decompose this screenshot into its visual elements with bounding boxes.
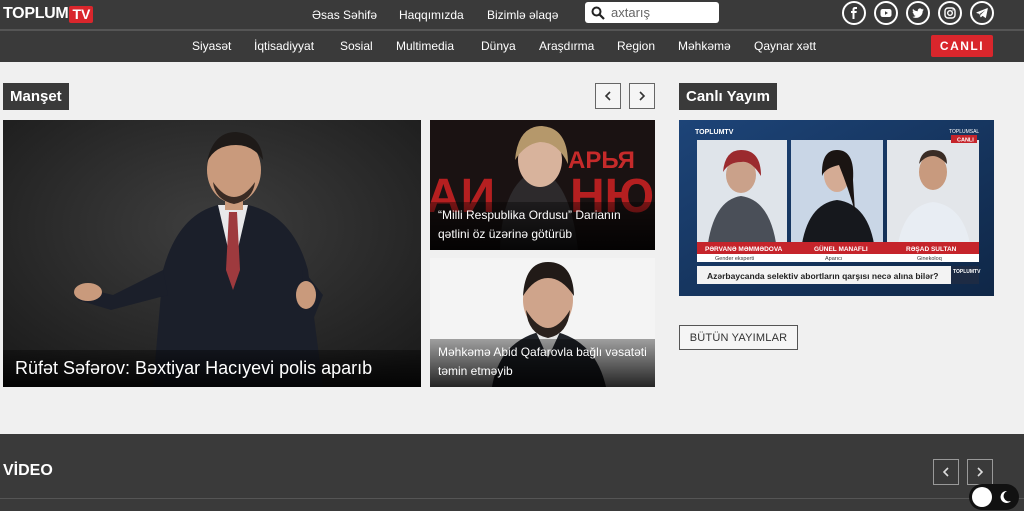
chevron-right-icon	[639, 91, 646, 101]
side-story-headline-1[interactable]: “Milli Respublika Ordusu” Darianın qətli…	[430, 202, 655, 250]
nav-contact[interactable]: Bizimlə əlaqə	[487, 0, 558, 29]
dark-mode-toggle[interactable]	[969, 484, 1019, 510]
youtube-icon[interactable]	[874, 1, 898, 25]
category-siyaset[interactable]: Siyasət	[192, 31, 231, 62]
moon-icon	[1000, 490, 1011, 503]
ticker-logo: TOPLUMTV	[953, 269, 981, 275]
category-arasdirma[interactable]: Araşdırma	[539, 31, 594, 62]
video-next-button[interactable]	[967, 459, 993, 485]
nav-about-link[interactable]: Haqqımızda	[399, 8, 464, 22]
all-broadcasts-button[interactable]: BÜTÜN YAYIMLAR	[679, 325, 798, 350]
category-region[interactable]: Region	[617, 31, 655, 62]
video-section: VİDEO	[0, 434, 1024, 511]
live-title: Canlı Yayım	[679, 83, 777, 110]
main-story-card[interactable]: Rüfət Səfərov: Bəxtiyar Hacıyevi polis a…	[3, 120, 421, 387]
guest-name-3: RƏŞAD SULTAN	[906, 246, 957, 253]
live-corner-badge: TOPLUMSAL	[949, 129, 979, 135]
live-stream-player[interactable]: PƏRVANƏ MƏMMƏDOVA GÜNEL MANAFLI RƏŞAD SU…	[679, 120, 994, 296]
search-input[interactable]	[611, 5, 711, 20]
live-corner-canli: CANLI	[957, 138, 974, 144]
guest-role-1: Gender eksperti	[715, 256, 754, 262]
category-multimedia[interactable]: Multimedia	[396, 31, 454, 62]
nav-home-link[interactable]: Əsas Səhifə	[312, 8, 377, 22]
main-story-image	[3, 120, 421, 387]
search-box[interactable]	[585, 2, 719, 23]
manset-title: Manşet	[3, 83, 69, 110]
manset-next-button[interactable]	[629, 83, 655, 109]
site-logo[interactable]: TOPLUM TV	[3, 4, 94, 24]
category-bar: Siyasət İqtisadiyyat Sosial Multimedia D…	[0, 29, 1024, 62]
toggle-knob	[972, 487, 992, 507]
video-divider	[0, 498, 1024, 499]
side-story-headline-2[interactable]: Məhkəmə Abid Qafarovla bağlı vəsatəti tə…	[430, 339, 655, 387]
chevron-right-icon	[977, 467, 984, 477]
manset-prev-button[interactable]	[595, 83, 621, 109]
facebook-icon[interactable]	[842, 1, 866, 25]
instagram-icon[interactable]	[938, 1, 962, 25]
chevron-left-icon	[604, 91, 611, 101]
nav-about[interactable]: Haqqımızda	[399, 0, 464, 29]
category-mehkeme[interactable]: Məhkəmə	[678, 31, 731, 62]
main-story-headline[interactable]: Rüfət Səfərov: Bəxtiyar Hacıyevi polis a…	[3, 350, 421, 387]
live-stream-frame: PƏRVANƏ MƏMMƏDOVA GÜNEL MANAFLI RƏŞAD SU…	[679, 120, 994, 296]
category-sosial[interactable]: Sosial	[340, 31, 373, 62]
live-ticker-text: Azərbaycanda selektiv abortların qarşısı…	[707, 271, 939, 281]
live-channel-logo: TOPLUMTV	[695, 129, 734, 136]
guest-name-2: GÜNEL MANAFLI	[814, 244, 868, 253]
chevron-left-icon	[942, 467, 949, 477]
category-qaynar-xett[interactable]: Qaynar xətt	[754, 31, 816, 62]
video-prev-button[interactable]	[933, 459, 959, 485]
category-dunya[interactable]: Dünya	[481, 31, 516, 62]
nav-home[interactable]: Əsas Səhifə	[312, 0, 377, 29]
search-icon[interactable]	[585, 2, 611, 23]
video-title: VİDEO	[3, 462, 53, 479]
nav-contact-link[interactable]: Bizimlə əlaqə	[487, 8, 558, 22]
guest-name-1: PƏRVANƏ MƏMMƏDOVA	[705, 246, 783, 253]
logo-tv-badge: TV	[69, 5, 94, 23]
logo-text: TOPLUM	[3, 5, 69, 22]
guest-role-2: Aparıcı	[825, 256, 842, 262]
twitter-icon[interactable]	[906, 1, 930, 25]
telegram-icon[interactable]	[970, 1, 994, 25]
live-button[interactable]: CANLI	[931, 35, 993, 57]
side-story-card-1[interactable]: АРЬЯ АИ НЮ “Milli Respublika Ordusu” Dar…	[430, 120, 655, 250]
guest-role-3: Ginekoloq	[917, 256, 942, 262]
side-story-card-2[interactable]: Məhkəmə Abid Qafarovla bağlı vəsatəti tə…	[430, 258, 655, 387]
category-iqtisadiyyat[interactable]: İqtisadiyyat	[254, 31, 314, 62]
top-bar: TOPLUM TV Əsas Səhifə Haqqımızda Bizimlə…	[0, 0, 1024, 29]
